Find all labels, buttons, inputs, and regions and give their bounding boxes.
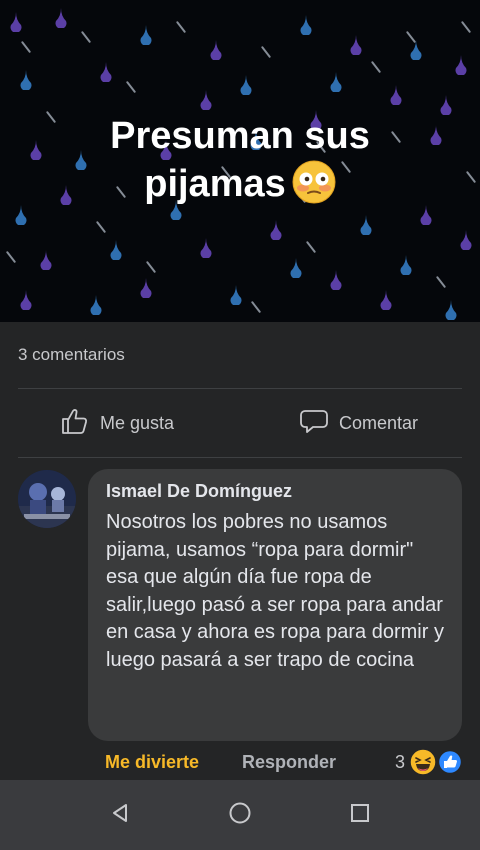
rain-streak <box>460 20 472 34</box>
post-title-line2: pijamas <box>144 163 286 205</box>
post-banner: Presuman sus pijamas <box>0 0 480 322</box>
rain-streak <box>95 220 107 234</box>
thumbs-up-icon <box>60 406 100 441</box>
divider-top <box>18 388 462 389</box>
raindrop-icon <box>380 290 392 315</box>
raindrop-icon <box>290 258 302 283</box>
rain-streak <box>5 250 17 264</box>
raindrop-icon <box>360 215 372 240</box>
reply-button[interactable]: Responder <box>242 752 336 773</box>
raindrop-icon <box>400 255 412 280</box>
raindrop-icon <box>350 35 362 60</box>
comment-label: Comentar <box>339 412 419 433</box>
recents-square-icon <box>349 802 371 829</box>
rain-streak <box>370 60 382 74</box>
rain-streak <box>260 45 272 59</box>
raindrop-icon <box>110 240 122 265</box>
reaction-count[interactable]: 3 <box>395 752 405 773</box>
rain-streak <box>435 275 447 289</box>
comment-count[interactable]: 3 comentarios <box>18 345 125 365</box>
raindrop-icon <box>200 238 212 263</box>
raindrop-icon <box>455 55 467 80</box>
rain-streak <box>145 260 157 274</box>
raindrop-icon <box>270 220 282 245</box>
reaction-button[interactable]: Me divierte <box>105 752 199 773</box>
rain-streak <box>125 80 137 94</box>
speech-bubble-icon <box>299 406 339 441</box>
haha-icon <box>409 748 437 776</box>
raindrop-icon <box>300 15 312 40</box>
back-button[interactable] <box>90 780 150 850</box>
rain-streak <box>305 240 317 254</box>
raindrop-icon <box>140 25 152 50</box>
system-nav-bar <box>0 780 480 850</box>
comment-button[interactable]: Comentar <box>299 406 418 440</box>
like-button[interactable]: Me gusta <box>60 406 174 440</box>
raindrop-icon <box>10 12 22 37</box>
raindrop-icon <box>230 285 242 310</box>
raindrop-icon <box>20 290 32 315</box>
rain-streak <box>80 30 92 44</box>
raindrop-icon <box>210 40 222 65</box>
raindrop-icon <box>460 230 472 255</box>
raindrop-icon <box>410 40 422 65</box>
flushed-face-icon <box>292 160 336 216</box>
like-label: Me gusta <box>100 412 175 433</box>
raindrop-icon <box>55 8 67 33</box>
raindrop-icon <box>445 300 457 322</box>
recents-button[interactable] <box>330 780 390 850</box>
raindrop-icon <box>40 250 52 275</box>
rain-streak <box>250 300 262 314</box>
home-button[interactable] <box>210 780 270 850</box>
home-circle-icon <box>228 801 252 830</box>
post-title-line1: Presuman sus <box>110 115 370 157</box>
like-icon <box>437 749 463 775</box>
raindrop-icon <box>140 278 152 303</box>
rain-streak <box>175 20 187 34</box>
raindrop-icon <box>240 75 252 100</box>
back-triangle-icon <box>109 802 131 829</box>
comment-text: Nosotros los pobres no usamos pijama, us… <box>106 511 444 671</box>
avatar[interactable] <box>18 470 76 528</box>
divider-bottom <box>18 457 462 458</box>
raindrop-icon <box>100 62 112 87</box>
raindrop-icon <box>330 72 342 97</box>
post-title: Presuman sus pijamas <box>0 112 480 216</box>
comment-author[interactable]: Ismael De Domínguez <box>106 481 292 502</box>
raindrop-icon <box>330 270 342 295</box>
rain-streak <box>20 40 32 54</box>
raindrop-icon <box>90 295 102 320</box>
raindrop-icon <box>390 85 402 110</box>
raindrop-icon <box>20 70 32 95</box>
